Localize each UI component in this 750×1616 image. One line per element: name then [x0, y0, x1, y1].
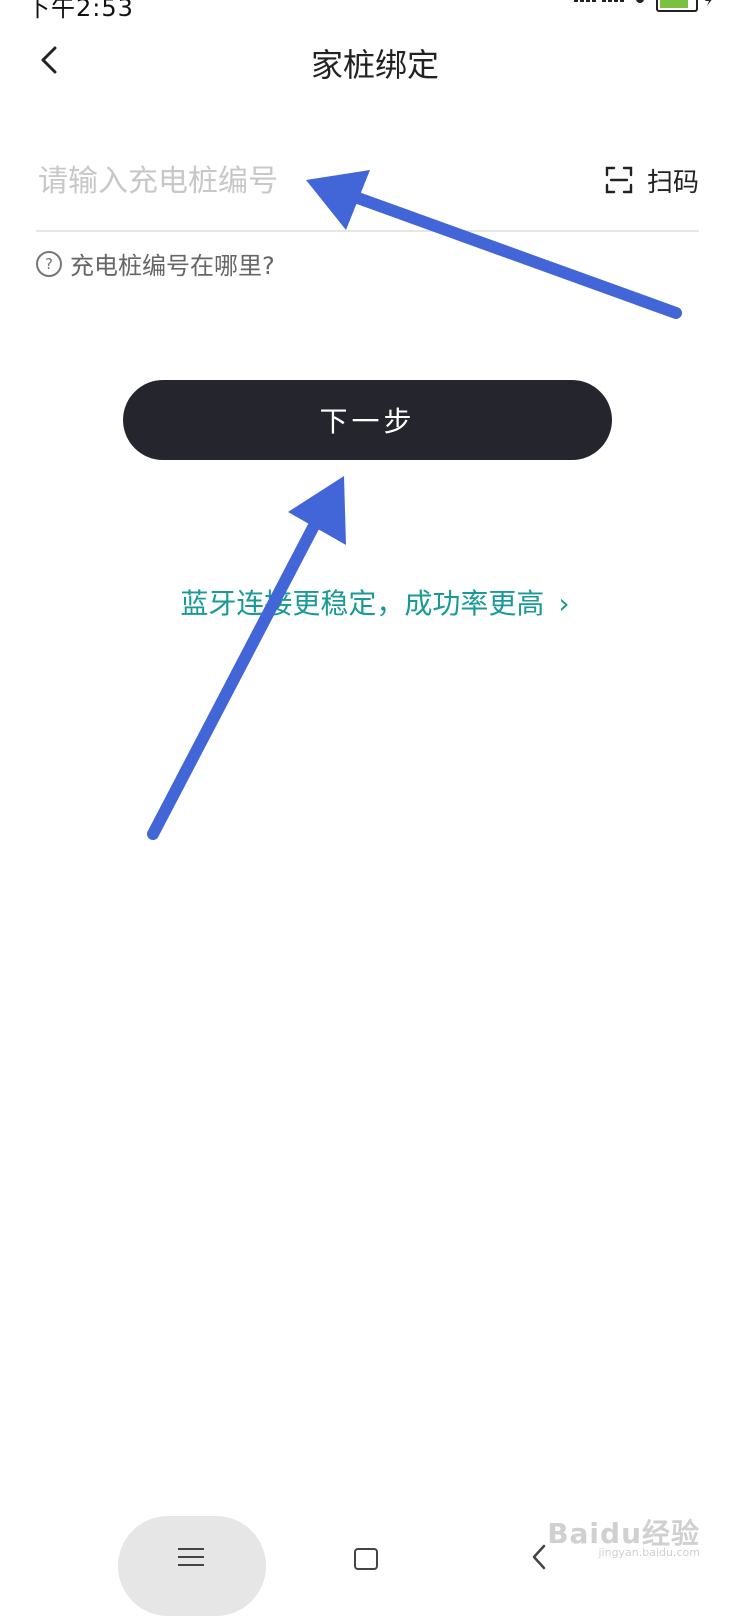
signal-icon-2	[602, 0, 624, 2]
status-bar: 下午2:53	[0, 0, 750, 22]
signal-icon	[574, 0, 596, 2]
question-icon: ?	[36, 250, 62, 277]
wifi-icon	[636, 0, 644, 3]
annotation-arrow-button	[147, 476, 346, 840]
home-icon[interactable]	[354, 1548, 378, 1570]
chevron-right-icon: ›	[558, 587, 570, 620]
bluetooth-link-text: 蓝牙连接更稳定，成功率更高	[180, 587, 545, 620]
nav-bar: 家桩绑定	[0, 20, 750, 100]
scan-label: 扫码	[646, 167, 699, 198]
pile-number-help-link[interactable]: ? 充电桩编号在哪里?	[36, 246, 275, 281]
baidu-watermark: Baidu经验 jingyan.baidu.com	[547, 1512, 700, 1559]
menu-icon	[178, 1548, 204, 1572]
page-title: 家桩绑定	[310, 46, 439, 84]
pile-number-row: 扫码	[36, 140, 699, 232]
annotation-arrows	[147, 170, 682, 840]
battery-icon	[656, 0, 698, 12]
scan-button[interactable]: 扫码	[605, 158, 699, 202]
charging-icon	[705, 0, 712, 6]
help-text: 充电桩编号在哪里?	[70, 252, 275, 280]
scan-icon	[605, 166, 633, 194]
next-step-button[interactable]: 下一步	[123, 380, 612, 460]
status-icons	[574, 0, 714, 12]
pile-number-input[interactable]	[36, 158, 460, 204]
bluetooth-connect-link[interactable]: 蓝牙连接更稳定，成功率更高 ›	[0, 582, 750, 622]
watermark-url: jingyan.baidu.com	[598, 1546, 700, 1559]
